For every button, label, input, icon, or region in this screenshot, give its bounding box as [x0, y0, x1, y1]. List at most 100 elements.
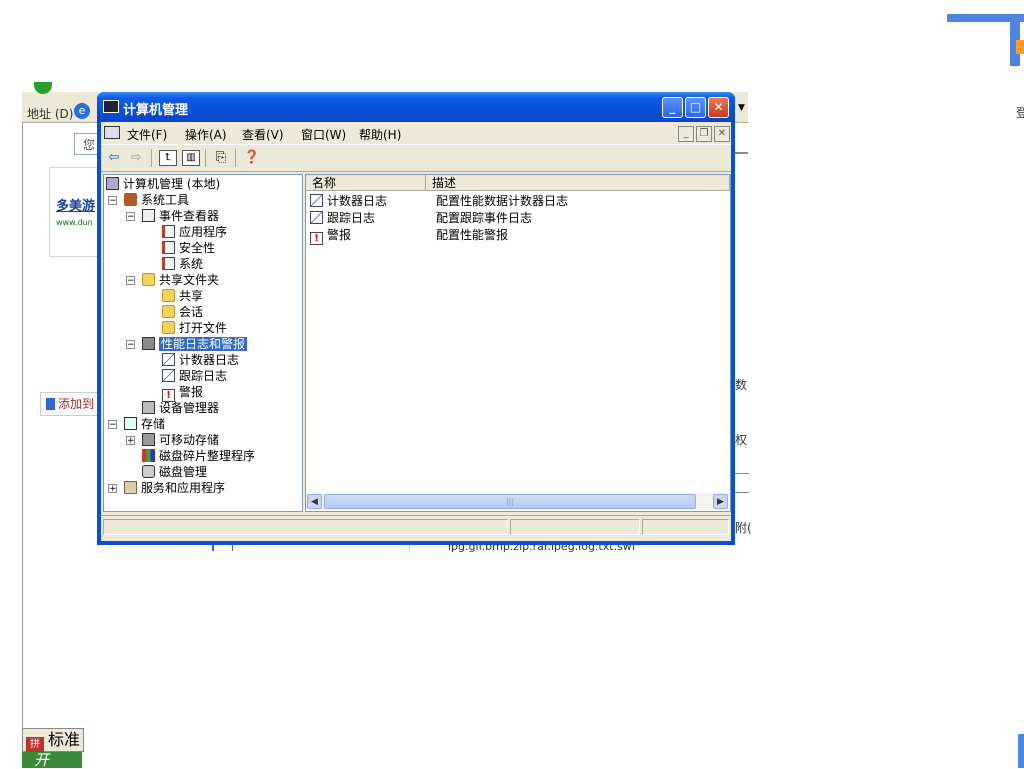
log-icon	[162, 225, 175, 238]
ie-icon: e	[74, 103, 90, 119]
tree-item-alerts[interactable]: ! 警报	[162, 384, 203, 402]
add-to-button[interactable]: 添加到	[40, 392, 104, 416]
taskbar-standard-button[interactable]: 拼标准	[22, 728, 84, 753]
tree-item-label: 磁盘管理	[159, 465, 208, 479]
mdi-minimize-button[interactable]: _	[678, 126, 694, 142]
tree-item-counter-logs[interactable]: 计数器日志	[162, 352, 239, 368]
help-icon[interactable]: ❓	[243, 150, 261, 166]
tree-item-label: 安全性	[179, 241, 216, 255]
list-item-description: 配置性能数据计数器日志	[436, 194, 569, 208]
window-client-area: 文件(F) 操作(A) 查看(V) 窗口(W) 帮助(H) _ ❐ ✕ ⇦ ⇨ ⮤ …	[101, 122, 731, 541]
collapse-toggle[interactable]: −	[126, 276, 135, 286]
collapse-toggle[interactable]: −	[126, 340, 135, 350]
menu-bar: 文件(F) 操作(A) 查看(V) 窗口(W) 帮助(H) _ ❐ ✕	[101, 122, 731, 144]
close-button[interactable]: ✕	[708, 97, 729, 118]
taskbar-standard-label: 标准	[48, 730, 81, 749]
chart-icon	[310, 194, 323, 207]
tree-item-label: 应用程序	[179, 225, 228, 239]
alert-icon: !	[310, 232, 323, 245]
mdi-close-button[interactable]: ✕	[714, 126, 730, 142]
background-text: 附(	[735, 521, 752, 535]
tree-item-label: 事件查看器	[159, 209, 220, 223]
maximize-button[interactable]: □	[685, 97, 706, 118]
tree-item-event-viewer[interactable]: 事件查看器	[142, 208, 219, 224]
tree-item-perf-logs[interactable]: 性能日志和警报	[142, 336, 248, 352]
tree-item-label: 共享文件夹	[159, 273, 220, 287]
tree-item-open-files[interactable]: 打开文件	[162, 320, 227, 336]
menu-action[interactable]: 操作(A)	[185, 126, 227, 143]
tree-item-label: 服务和应用程序	[141, 481, 226, 495]
chart-icon	[310, 211, 323, 224]
disk-icon	[142, 465, 155, 478]
storage-icon	[124, 417, 137, 430]
collapse-toggle[interactable]: −	[126, 212, 135, 222]
tree-item-system-tools[interactable]: 系统工具	[124, 192, 189, 208]
list-item-alerts[interactable]: ! 警报 配置性能警报	[310, 227, 710, 245]
folder-icon	[162, 321, 175, 334]
background-field-edge	[734, 473, 749, 493]
console-icon[interactable]	[104, 126, 120, 139]
tree-item-application[interactable]: 应用程序	[162, 224, 227, 240]
collapse-toggle[interactable]: −	[108, 196, 117, 206]
status-segment	[642, 519, 729, 535]
scroll-right-button[interactable]: ▶	[713, 494, 728, 509]
list-item-counter-logs[interactable]: 计数器日志 配置性能数据计数器日志	[310, 193, 710, 210]
background-ad-title[interactable]: 多美游	[56, 195, 95, 214]
tree-item-sessions[interactable]: 会话	[162, 304, 203, 320]
window-title: 计算机管理	[123, 103, 189, 118]
forward-arrow-icon[interactable]: ⇨	[127, 150, 145, 166]
start-button[interactable]: 开	[22, 752, 82, 768]
up-folder-icon[interactable]: ⮤	[159, 150, 177, 166]
background-ad-url: www.dun	[56, 218, 93, 227]
tree-item-storage[interactable]: 存储	[124, 416, 165, 432]
back-arrow-icon[interactable]: ⇦	[105, 150, 123, 166]
collapse-toggle[interactable]: −	[108, 420, 117, 430]
tree-item-services-apps[interactable]: 服务和应用程序	[124, 480, 225, 496]
details-pane: 名称 描述 计数器日志 配置性能数据计数器日志 跟踪日志 配置跟踪事件日志 ! 警报 配…	[305, 174, 731, 512]
column-header-description[interactable]: 描述	[426, 175, 730, 191]
chart-icon	[162, 369, 175, 382]
tree-item-disk-defrag[interactable]: 磁盘碎片整理程序	[142, 448, 255, 464]
mdi-restore-button[interactable]: ❐	[696, 126, 712, 142]
menu-file[interactable]: 文件(F)	[127, 126, 167, 143]
background-text: 数	[735, 378, 748, 392]
status-segment	[103, 519, 508, 535]
folder-icon	[162, 305, 175, 318]
horizontal-scrollbar[interactable]: ◀ ||| ▶	[306, 493, 730, 510]
console-tree: 计算机管理 (本地) − 系统工具 − 事件查看器 应用程序 安全性 系统 − …	[103, 174, 303, 512]
expand-toggle[interactable]: +	[108, 484, 117, 494]
status-segment	[510, 519, 640, 535]
chart-icon	[162, 353, 175, 366]
tree-item-device-manager[interactable]: 设备管理器	[142, 400, 219, 416]
expand-toggle[interactable]: +	[126, 436, 135, 446]
tree-item-computer-management[interactable]: 计算机管理 (本地)	[106, 176, 220, 192]
scroll-thumb[interactable]: |||	[324, 494, 696, 509]
defrag-icon	[142, 449, 155, 462]
menu-help[interactable]: 帮助(H)	[359, 126, 401, 143]
tree-item-label: 打开文件	[179, 321, 228, 335]
background-divider	[734, 152, 748, 154]
minimize-button[interactable]: _	[662, 97, 683, 118]
tree-item-removable-storage[interactable]: 可移动存储	[142, 432, 219, 448]
menu-window[interactable]: 窗口(W)	[301, 126, 346, 143]
tree-item-system[interactable]: 系统	[162, 256, 203, 272]
column-header-name[interactable]: 名称	[306, 175, 426, 191]
title-bar[interactable]: 计算机管理 _ □ ✕	[97, 92, 735, 122]
list-item-trace-logs[interactable]: 跟踪日志 配置跟踪事件日志	[310, 210, 710, 227]
tree-item-shared-folders[interactable]: 共享文件夹	[142, 272, 219, 288]
show-hide-tree-icon[interactable]: ▥	[182, 150, 200, 166]
log-icon	[162, 257, 175, 270]
tree-item-label: 磁盘碎片整理程序	[159, 449, 256, 463]
scroll-left-button[interactable]: ◀	[307, 494, 322, 509]
computer-management-window: 计算机管理 _ □ ✕ 文件(F) 操作(A) 查看(V) 窗口(W) 帮助(H…	[97, 92, 735, 545]
export-list-icon[interactable]: ⎘	[212, 150, 230, 166]
tree-item-shares[interactable]: 共享	[162, 288, 203, 304]
background-edge-text: 登	[1016, 106, 1024, 120]
tree-item-label-selected: 性能日志和警报	[159, 337, 248, 351]
bookmark-icon	[46, 398, 55, 410]
tree-item-security[interactable]: 安全性	[162, 240, 215, 256]
tree-item-disk-management[interactable]: 磁盘管理	[142, 464, 207, 480]
background-window-edge	[1016, 40, 1024, 54]
tree-item-trace-logs[interactable]: 跟踪日志	[162, 368, 227, 384]
menu-view[interactable]: 查看(V)	[242, 126, 284, 143]
